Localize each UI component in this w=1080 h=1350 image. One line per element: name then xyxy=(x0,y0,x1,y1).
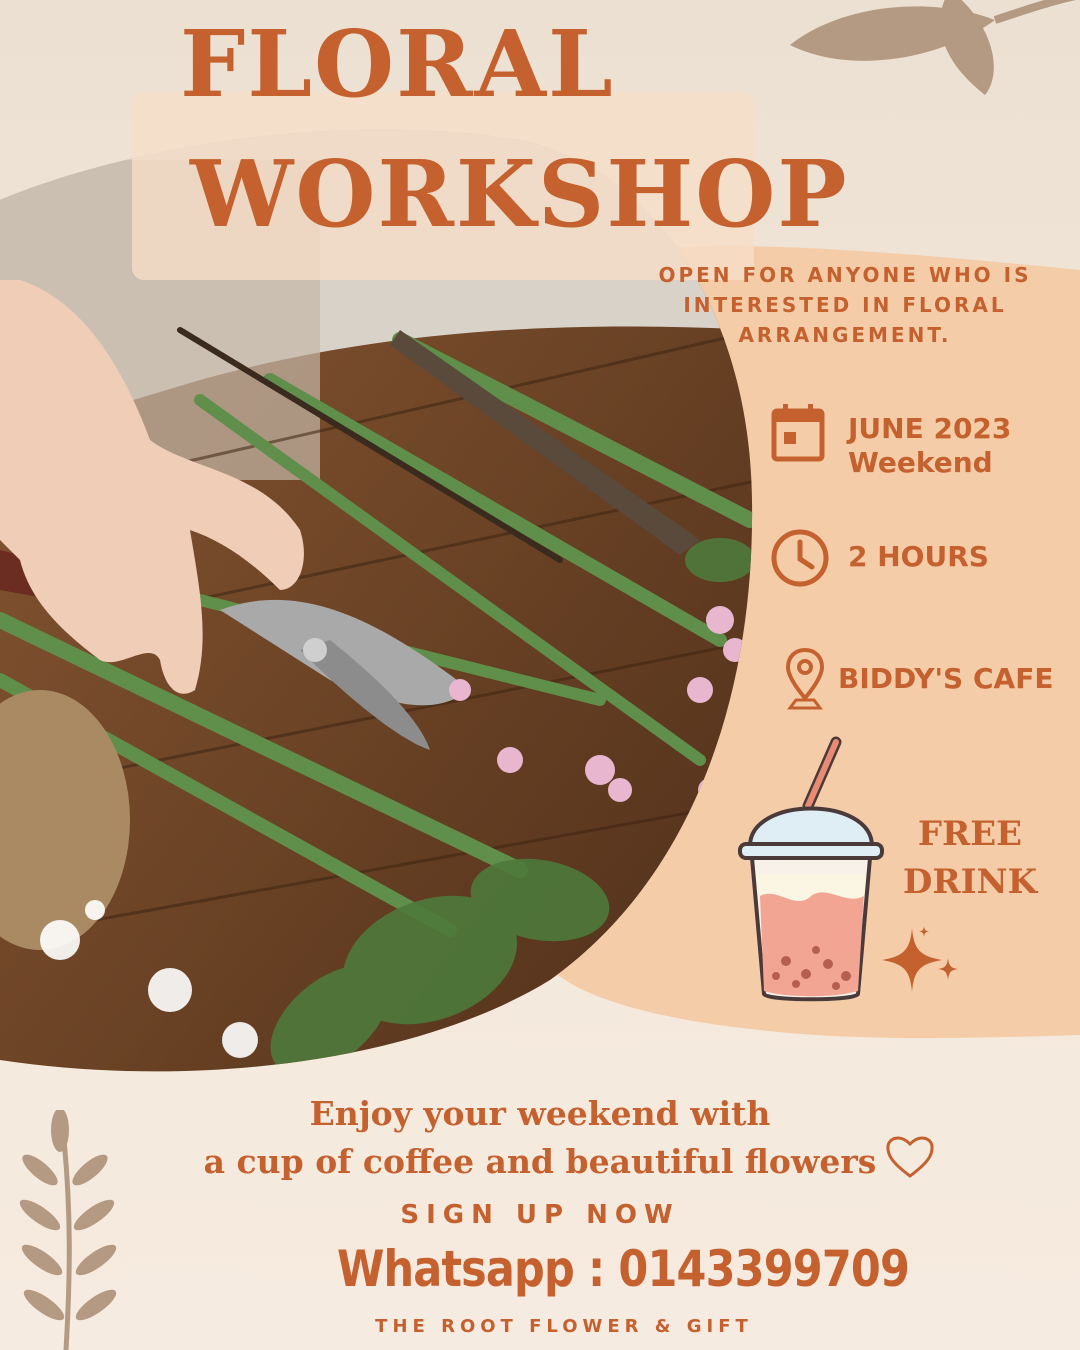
tagline: Enjoy your weekend with a cup of coffee … xyxy=(150,1090,930,1186)
duration-text: 2 HOURS xyxy=(848,540,989,573)
whatsapp-contact: Whatsapp : 0143399709 xyxy=(336,1240,910,1298)
location-text: BIDDY'S CAFE xyxy=(838,662,1054,695)
date-line-1: JUNE 2023 xyxy=(848,412,1012,445)
tagline-line-2: a cup of coffee and beautiful flowers xyxy=(203,1142,877,1181)
bubble-tea-icon xyxy=(738,736,884,1002)
sparkle-icon xyxy=(882,926,958,992)
location-pin-icon xyxy=(785,647,825,710)
calendar-icon xyxy=(771,404,825,462)
brand-name: THE ROOT FLOWER & GIFT xyxy=(375,1316,753,1337)
title-workshop: WORKSHOP xyxy=(190,140,849,248)
clock-icon xyxy=(771,529,829,587)
sign-up-heading: SIGN UP NOW xyxy=(400,1200,680,1230)
heart-icon xyxy=(886,1136,934,1178)
date-line-2: Weekend xyxy=(848,446,993,479)
free-drink-label: FREE DRINK xyxy=(890,810,1050,906)
intro-text: OPEN FOR ANYONE WHO IS INTERESTED IN FLO… xyxy=(658,263,1032,347)
leaf-branch-icon xyxy=(19,1110,117,1350)
drink-line-1: FREE xyxy=(917,814,1023,854)
title-floral: FLORAL xyxy=(180,10,615,118)
poster: FLORAL WORKSHOP OPEN FOR ANYONE WHO IS I… xyxy=(0,0,1080,1350)
drink-line-2: DRINK xyxy=(902,862,1038,902)
tagline-line-1: Enjoy your weekend with xyxy=(309,1094,771,1133)
